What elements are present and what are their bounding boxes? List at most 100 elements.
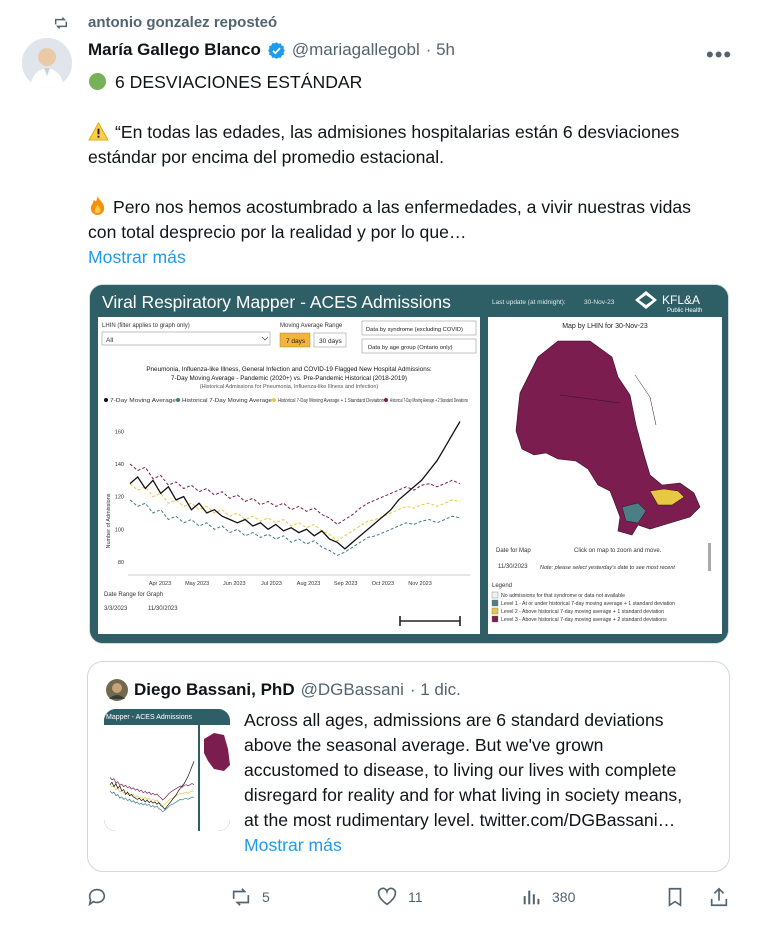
- quoted-line-2: above the seasonal average. But we've gr…: [244, 735, 604, 755]
- map-note: Note: please select yesterday's date to …: [540, 565, 675, 571]
- chart-legend: 7-Day Moving Average Historical 7-Day Mov…: [104, 398, 468, 404]
- date-from[interactable]: 3/3/2023: [104, 606, 128, 612]
- date-for-map-label: Date for Map: [496, 548, 531, 554]
- fire-icon: [90, 196, 105, 215]
- author-avatar[interactable]: [22, 38, 72, 88]
- brand-sub: Public Health: [667, 308, 702, 314]
- author-name[interactable]: María Gallego Blanco: [88, 40, 261, 60]
- quoted-line-3: accustomed to disease, to living our liv…: [244, 760, 677, 780]
- x-tick-label: Apr 2023: [149, 581, 171, 587]
- green-circle-icon: [88, 72, 107, 91]
- tweet-time[interactable]: · 5h: [426, 40, 455, 60]
- chart-y-axis-label: Number of Admissions: [106, 493, 112, 548]
- more-options-icon[interactable]: •••: [706, 42, 732, 68]
- views-chart-icon: [523, 890, 540, 905]
- date-range-label: Date Range for Graph: [104, 592, 163, 598]
- btn-data-syndrome-label: Data by syndrome (excluding COVID): [366, 327, 463, 333]
- quoted-author-handle[interactable]: @DGBassani: [301, 680, 404, 700]
- tweet-media-image[interactable]: Viral Respiratory Mapper - ACES Admissio…: [89, 284, 729, 644]
- date-to[interactable]: 11/30/2023: [148, 606, 178, 612]
- quoted-author-avatar[interactable]: [106, 679, 128, 701]
- repost-icon: [232, 888, 250, 906]
- warning-icon: [88, 121, 109, 141]
- bookmark-button[interactable]: [664, 886, 686, 908]
- quoted-tweet-time[interactable]: · 1 dic.: [410, 680, 461, 700]
- map-scrollbar[interactable]: [708, 543, 711, 571]
- moving-avg-label: Moving Average Range: [280, 323, 343, 329]
- quoted-tweet-text: Across all ages, admissions are 6 standa…: [244, 708, 724, 858]
- tweet-line-3: estándar por encima del promedio estacio…: [88, 147, 444, 167]
- x-tick-label: May 2023: [185, 581, 209, 587]
- y-tick-label: 140: [115, 462, 124, 468]
- quoted-line-4: disregard for reality and for what livin…: [244, 785, 683, 805]
- repost-button[interactable]: 5: [230, 886, 270, 908]
- map-date[interactable]: 11/30/2023: [498, 564, 528, 570]
- brand-name: KFL&A: [662, 293, 700, 307]
- quoted-tweet-thumbnail[interactable]: Mapper - ACES Admissions: [104, 709, 230, 831]
- lhin-label: LHIN (filter applies to graph only): [102, 323, 190, 329]
- legend-label: 7-Day Moving Average: [110, 398, 176, 404]
- x-tick-label: Jun 2023: [223, 581, 246, 587]
- tweet-line-5: con total desprecio por la realidad y po…: [88, 222, 467, 242]
- repost-icon: [54, 16, 68, 29]
- legend-swatch: [491, 599, 499, 607]
- y-tick-label: 120: [115, 495, 124, 501]
- legend-marker: [104, 398, 108, 402]
- author-handle[interactable]: @mariagallegobl: [292, 40, 420, 60]
- tweet-line-4: Pero nos hemos acostumbrado a las enferm…: [88, 195, 738, 220]
- x-tick-label: Jul 2023: [261, 581, 282, 587]
- y-tick-label: 100: [115, 527, 124, 533]
- last-update-label: Last update (at midnight):: [492, 299, 566, 306]
- map-hint: Click on map to zoom and move.: [574, 548, 662, 554]
- legend-marker: [272, 398, 276, 402]
- btn-7-days-label: 7 days: [286, 338, 306, 345]
- map-legend-title: Legend: [492, 583, 512, 589]
- legend-marker: [176, 398, 180, 402]
- show-more-link[interactable]: Mostrar más: [88, 245, 738, 270]
- tweet-line-2: “En todas las edades, las admisiones hos…: [88, 120, 738, 145]
- like-count: 11: [408, 889, 423, 905]
- y-tick-label: 80: [118, 560, 124, 566]
- chart-title-line-2: 7-Day Moving Average - Pandemic (2020+) …: [171, 375, 407, 382]
- legend-label: Historical 7-Day Moving Average + 2 Stan…: [390, 398, 468, 404]
- tweet-actions: 5 11 380: [86, 886, 736, 916]
- last-update-value: 30-Nov-23: [584, 299, 615, 306]
- reply-icon: [88, 888, 106, 907]
- quoted-line-5: at the most rudimentary level. twitter.c…: [244, 810, 676, 830]
- verified-badge-icon: [268, 41, 285, 59]
- chart-title-line-1: Pneumonia, Influenza-like Illness, Gener…: [146, 366, 432, 373]
- thumbnail-title: Mapper - ACES Admissions: [106, 714, 192, 721]
- quoted-show-more-link[interactable]: Mostrar más: [244, 833, 724, 858]
- like-button[interactable]: 11: [376, 886, 423, 908]
- legend-item: Level 2 - Above historical 7-day moving …: [501, 609, 664, 615]
- quoted-tweet[interactable]: Diego Bassani, PhD @DGBassani · 1 dic. M…: [87, 661, 730, 872]
- lhin-dropdown-value: All: [106, 337, 114, 344]
- quoted-author-name[interactable]: Diego Bassani, PhD: [134, 680, 295, 700]
- quoted-line-1: Across all ages, admissions are 6 standa…: [244, 710, 664, 730]
- legend-swatch: [491, 591, 499, 599]
- map-title: Map by LHIN for 30-Nov-23: [562, 323, 648, 330]
- dashboard-title: Viral Respiratory Mapper - ACES Admissio…: [102, 292, 451, 312]
- x-tick-label: Aug 2023: [297, 581, 321, 587]
- quoted-tweet-header: Diego Bassani, PhD @DGBassani · 1 dic.: [106, 679, 461, 701]
- legend-item: No admissions for that syndrome or data …: [501, 593, 625, 599]
- legend-item: Level 1 - At or under historical 7-day m…: [501, 601, 675, 607]
- share-button[interactable]: [708, 886, 730, 908]
- btn-data-age-label: Data by age group (Ontario only): [368, 345, 452, 351]
- tweet-line-1: 6 DESVIACIONES ESTÁNDAR: [88, 70, 738, 95]
- legend-label: Historical 7-Day Moving Average: [182, 398, 272, 404]
- views-button[interactable]: 380: [520, 886, 575, 908]
- x-tick-label: Sep 2023: [334, 581, 358, 587]
- y-tick-label: 160: [115, 429, 124, 435]
- reply-button[interactable]: [86, 886, 108, 908]
- share-icon: [710, 887, 728, 907]
- repost-text[interactable]: antonio gonzalez reposteó: [88, 14, 277, 31]
- tweet-body: 6 DESVIACIONES ESTÁNDAR “En todas las ed…: [88, 70, 738, 270]
- repost-header: antonio gonzalez reposteó: [52, 14, 277, 31]
- legend-label: Historical 7-Day Moving Average + 1 Stan…: [278, 398, 384, 404]
- lhin-dropdown[interactable]: [101, 331, 271, 346]
- repost-count: 5: [262, 889, 270, 905]
- legend-marker: [384, 398, 388, 402]
- btn-30-days-label: 30 days: [319, 338, 343, 345]
- legend-swatch: [491, 607, 499, 615]
